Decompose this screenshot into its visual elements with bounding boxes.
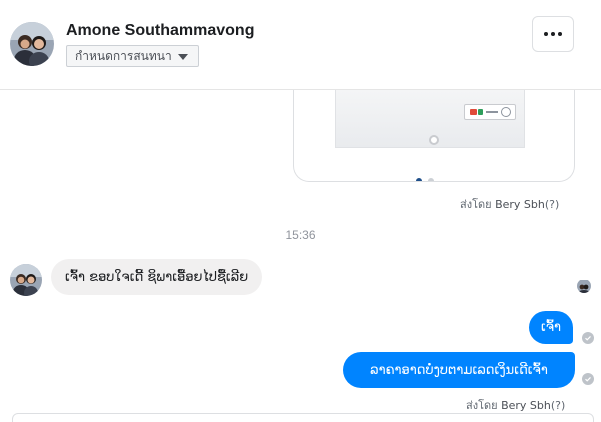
control-panel xyxy=(464,104,516,120)
more-options-button[interactable] xyxy=(532,16,574,52)
product-image xyxy=(335,90,525,148)
sent-by-info: ส่งโดย Bery Sbh(?) xyxy=(466,396,565,414)
messenger-conversation: Amone Southammavong กำหนดการสนทนา ส่งโดย… xyxy=(0,0,601,422)
message-timestamp: 15:36 xyxy=(285,228,316,242)
sent-by-info: ส่งโดย Bery Sbh(?) xyxy=(460,195,559,213)
outgoing-message-text: ເຈົ້າ xyxy=(541,320,562,335)
sent-by-prefix: ส่งโดย xyxy=(460,198,492,211)
sent-by-help[interactable]: (?) xyxy=(551,399,565,412)
message-composer[interactable] xyxy=(12,413,594,422)
product-card[interactable] xyxy=(293,90,575,182)
lock-handle xyxy=(429,135,439,145)
contact-avatar[interactable] xyxy=(10,22,54,66)
incoming-message-text: ເຈົ້າ ຂອບໃຈເດີ້ ຊິພາເອື້ອຍໄປຊື້ເລີຍ xyxy=(65,269,249,285)
read-receipt-avatar xyxy=(577,279,591,293)
caret-down-icon xyxy=(177,54,188,60)
more-horizontal-icon xyxy=(544,32,548,36)
carousel-indicators xyxy=(416,178,434,181)
sender-avatar[interactable] xyxy=(10,264,42,296)
outgoing-message-bubble[interactable]: ລາຄາອາດບໍ່ງບຕາມເລດເງິນເດີເຈົ້າ xyxy=(343,352,575,388)
carousel-dot-active[interactable] xyxy=(416,178,422,181)
conversation-header: Amone Southammavong กำหนดการสนทนา xyxy=(0,0,601,90)
sent-by-name[interactable]: Bery Sbh xyxy=(501,399,551,412)
sent-by-prefix: ส่งโดย xyxy=(466,399,498,412)
sent-by-name[interactable]: Bery Sbh xyxy=(495,198,545,211)
carousel-dot[interactable] xyxy=(428,178,434,181)
sent-by-help[interactable]: (?) xyxy=(545,198,559,211)
conversation-settings-label: กำหนดการสนทนา xyxy=(75,48,172,63)
delivered-check-icon xyxy=(582,332,594,344)
incoming-message-bubble[interactable]: ເຈົ້າ ຂອບໃຈເດີ້ ຊິພາເອື້ອຍໄປຊື້ເລີຍ xyxy=(51,259,263,295)
conversation-settings-button[interactable]: กำหนดการสนทนา xyxy=(66,45,199,67)
contact-name[interactable]: Amone Southammavong xyxy=(66,22,254,40)
outgoing-message-text: ລາຄາອາດບໍ່ງບຕາມເລດເງິນເດີເຈົ້າ xyxy=(370,362,548,378)
delivered-check-icon xyxy=(582,373,594,385)
outgoing-message-bubble[interactable]: ເຈົ້າ xyxy=(529,311,574,344)
